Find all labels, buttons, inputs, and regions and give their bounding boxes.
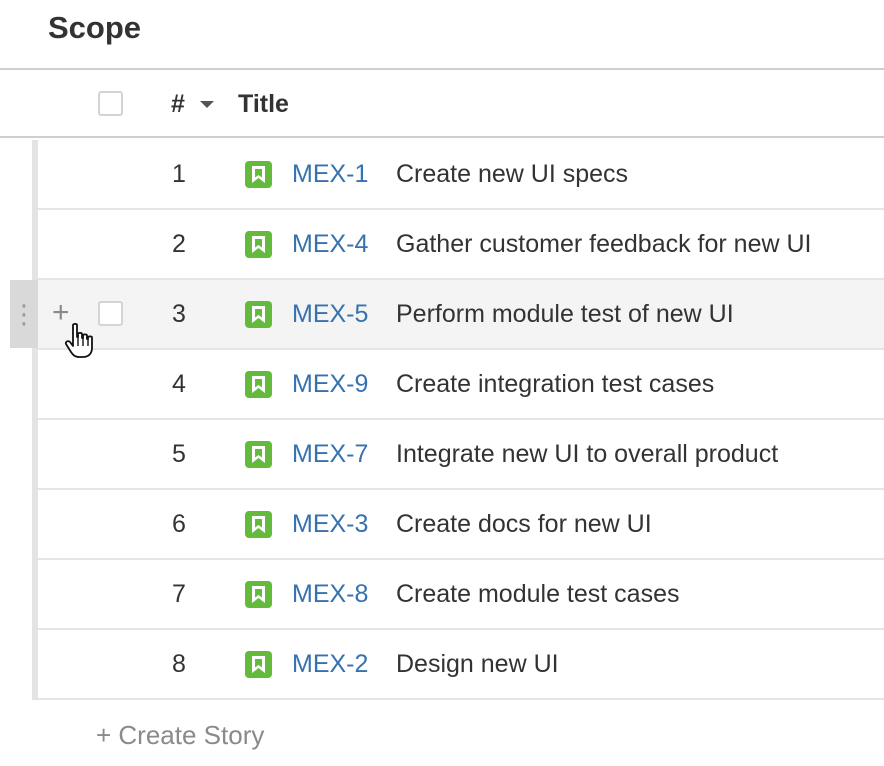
issue-summary[interactable]: Perform module test of new UI [396, 298, 734, 330]
issue-list: 1 MEX-1 Create new UI specs 2 MEX-4 Gath… [0, 140, 884, 700]
row-number: 4 [172, 370, 186, 398]
column-header-title[interactable]: Title [238, 88, 289, 120]
issue-key-link[interactable]: MEX-7 [292, 438, 368, 470]
issue-key-link[interactable]: MEX-5 [292, 298, 368, 330]
issue-key-link[interactable]: MEX-2 [292, 648, 368, 680]
row-number: 1 [172, 160, 186, 188]
caret-down-icon[interactable] [200, 101, 214, 108]
table-row[interactable]: 4 MEX-9 Create integration test cases [38, 350, 884, 420]
page-title: Scope [48, 10, 142, 45]
issue-summary[interactable]: Design new UI [396, 648, 559, 680]
row-number: 8 [172, 650, 186, 678]
story-icon [245, 511, 272, 538]
issue-summary[interactable]: Create integration test cases [396, 368, 714, 400]
table-row[interactable]: 5 MEX-7 Integrate new UI to overall prod… [38, 420, 884, 490]
table-row[interactable]: ⋮ + 3 MEX-5 Perform module test of new U… [10, 280, 884, 350]
drag-handle-icon[interactable]: ⋮ [10, 280, 38, 348]
select-all-checkbox[interactable] [98, 91, 123, 116]
row-number: 6 [172, 510, 186, 538]
table-row[interactable]: 2 MEX-4 Gather customer feedback for new… [38, 210, 884, 280]
issue-summary[interactable]: Integrate new UI to overall product [396, 438, 778, 470]
story-icon [245, 301, 272, 328]
row-number: 5 [172, 440, 186, 468]
story-icon [245, 581, 272, 608]
row-number: 3 [172, 300, 186, 328]
story-icon [245, 651, 272, 678]
row-number: 2 [172, 230, 186, 258]
story-icon [245, 161, 272, 188]
issue-key-link[interactable]: MEX-9 [292, 368, 368, 400]
issue-summary[interactable]: Create module test cases [396, 578, 679, 610]
story-icon [245, 441, 272, 468]
issue-summary[interactable]: Gather customer feedback for new UI [396, 228, 811, 260]
row-checkbox[interactable] [98, 301, 123, 326]
table-row[interactable]: 7 MEX-8 Create module test cases [38, 560, 884, 630]
create-story-button[interactable]: + Create Story [96, 718, 264, 752]
hand-pointer-icon [64, 322, 98, 365]
table-row[interactable]: 1 MEX-1 Create new UI specs [38, 140, 884, 210]
issue-key-link[interactable]: MEX-1 [292, 158, 368, 190]
table-header: # Title [0, 68, 884, 138]
issue-key-link[interactable]: MEX-8 [292, 578, 368, 610]
table-row[interactable]: 6 MEX-3 Create docs for new UI [38, 490, 884, 560]
column-header-number[interactable]: # [171, 88, 185, 120]
issue-key-link[interactable]: MEX-3 [292, 508, 368, 540]
table-row[interactable]: 8 MEX-2 Design new UI [38, 630, 884, 700]
row-number: 7 [172, 580, 186, 608]
story-icon [245, 231, 272, 258]
issue-summary[interactable]: Create new UI specs [396, 158, 628, 190]
story-icon [245, 371, 272, 398]
issue-key-link[interactable]: MEX-4 [292, 228, 368, 260]
issue-summary[interactable]: Create docs for new UI [396, 508, 652, 540]
